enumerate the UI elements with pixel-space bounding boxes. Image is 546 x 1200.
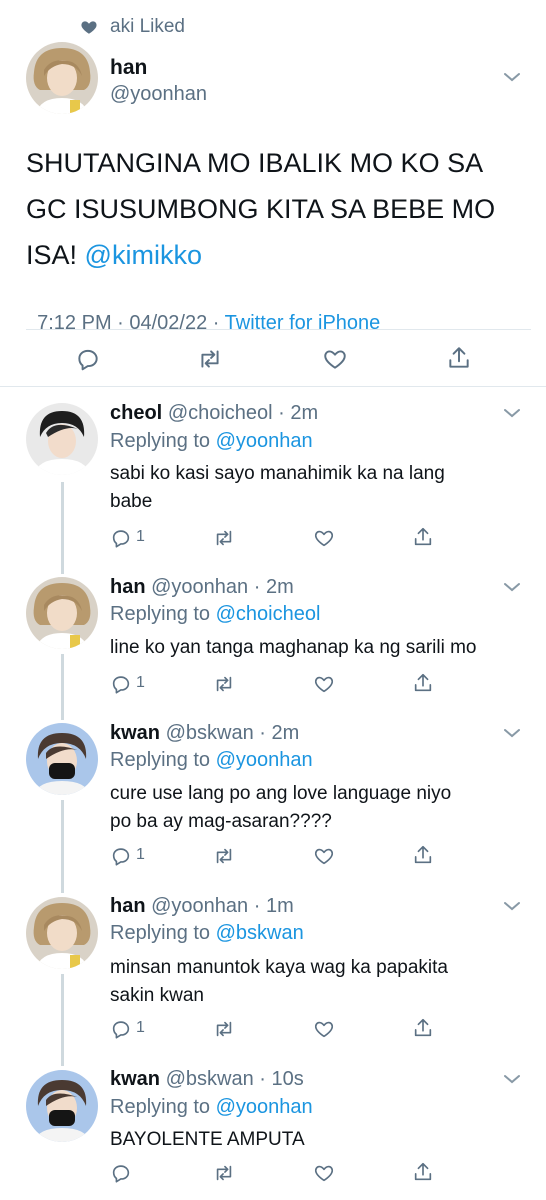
like-icon[interactable] (312, 527, 336, 549)
reply-header: han @yoonhan · 1m (110, 895, 294, 918)
reply-author-name[interactable]: kwan (110, 1068, 160, 1090)
reply-header: kwan @bskwan · 10s (110, 1068, 304, 1091)
reply-line: babe (110, 491, 153, 512)
avatar-kwan[interactable] (26, 723, 98, 795)
reply-author-name[interactable]: han (110, 895, 146, 917)
liked-heart-icon (80, 18, 98, 36)
share-icon[interactable] (412, 843, 434, 867)
reply-icon[interactable] (110, 845, 132, 867)
reply-line: po ba ay mag-asaran???? (110, 811, 332, 832)
avatar-cheol[interactable] (26, 403, 98, 475)
replying-to-label: Replying to (110, 430, 211, 452)
retweet-icon[interactable] (212, 845, 236, 867)
reply-line: cure use lang po ang love language niyo (110, 783, 452, 804)
reply-author-name[interactable]: han (110, 576, 146, 598)
replying-to-label: Replying to (110, 749, 211, 771)
thread-line (61, 654, 64, 720)
avatar-han[interactable] (26, 42, 98, 114)
share-icon[interactable] (412, 525, 434, 549)
author-name[interactable]: han (110, 56, 147, 80)
reply-icon[interactable] (110, 527, 132, 549)
tweet-source[interactable]: Twitter for iPhone (225, 312, 381, 334)
reply-author-name[interactable]: kwan (110, 722, 160, 744)
reply-header: kwan @bskwan · 2m (110, 722, 299, 745)
divider (26, 329, 531, 330)
replying-to-handle[interactable]: @bskwan (216, 922, 304, 944)
reply-author-name[interactable]: cheol (110, 402, 162, 424)
reply-icon[interactable] (110, 1018, 132, 1040)
share-icon[interactable] (446, 344, 472, 372)
replying-to-handle[interactable]: @yoonhan (216, 1096, 313, 1118)
reply-author-handle[interactable]: @yoonhan · 2m (151, 576, 294, 598)
avatar-kwan[interactable] (26, 1070, 98, 1142)
mention-link[interactable]: @kimikko (85, 240, 202, 270)
share-icon[interactable] (412, 671, 434, 695)
reply-header: cheol @choicheol · 2m (110, 402, 318, 425)
retweet-icon[interactable] (196, 346, 224, 372)
reply-icon[interactable] (110, 673, 132, 695)
chevron-down-icon[interactable] (502, 726, 522, 740)
reply-text: line ko yan tanga maghanap ka ng sarili … (110, 634, 530, 662)
reply-author-handle[interactable]: @yoonhan · 1m (151, 895, 294, 917)
reply-author-handle[interactable]: @bskwan · 10s (166, 1068, 304, 1090)
chevron-down-icon[interactable] (502, 899, 522, 913)
like-icon[interactable] (312, 1162, 336, 1184)
replying-to: Replying to @yoonhan (110, 430, 313, 453)
like-icon[interactable] (312, 673, 336, 695)
reply-text: sabi ko kasi sayo manahimik ka na lang b… (110, 460, 530, 516)
like-icon[interactable] (321, 346, 349, 372)
like-icon[interactable] (312, 845, 336, 867)
tweet-text: SHUTANGINA MO IBALIK MO KO SA GC ISUSUMB… (26, 140, 526, 278)
section-divider (0, 386, 546, 387)
retweet-icon[interactable] (212, 1162, 236, 1184)
thread-line (61, 974, 64, 1066)
reply-text: BAYOLENTE AMPUTA (110, 1126, 530, 1154)
replying-to: Replying to @choicheol (110, 603, 320, 626)
reply-count: 1 (136, 1019, 145, 1036)
retweet-icon[interactable] (212, 1018, 236, 1040)
reply-count: 1 (136, 846, 145, 863)
retweet-icon[interactable] (212, 527, 236, 549)
replying-to: Replying to @bskwan (110, 922, 304, 945)
chevron-down-icon[interactable] (502, 580, 522, 594)
avatar-han[interactable] (26, 577, 98, 649)
reply-line: BAYOLENTE AMPUTA (110, 1129, 305, 1150)
reply-icon[interactable] (75, 346, 101, 372)
reply-text: cure use lang po ang love language niyo … (110, 780, 530, 836)
chevron-down-icon[interactable] (502, 1072, 522, 1086)
chevron-down-icon[interactable] (502, 70, 522, 84)
share-icon[interactable] (412, 1160, 434, 1184)
reply-author-handle[interactable]: @bskwan · 2m (166, 722, 300, 744)
reply-line: minsan manuntok kaya wag ka papakita (110, 957, 448, 978)
thread-line (61, 482, 64, 574)
replying-to-label: Replying to (110, 922, 211, 944)
avatar-han[interactable] (26, 897, 98, 969)
replying-to: Replying to @yoonhan (110, 749, 313, 772)
replying-to-handle[interactable]: @yoonhan (216, 430, 313, 452)
replying-to-label: Replying to (110, 603, 211, 625)
thread-line (61, 800, 64, 893)
author-handle[interactable]: @yoonhan (110, 83, 207, 106)
replying-to-handle[interactable]: @choicheol (216, 603, 321, 625)
reply-count: 1 (136, 528, 145, 545)
reply-line: line ko yan tanga maghanap ka ng sarili … (110, 637, 477, 658)
reply-icon[interactable] (110, 1162, 132, 1184)
reply-text: minsan manuntok kaya wag ka papakita sak… (110, 954, 530, 1010)
replying-to-handle[interactable]: @yoonhan (216, 749, 313, 771)
reply-author-handle[interactable]: @choicheol · 2m (168, 402, 318, 424)
tweet-timestamp[interactable]: 7:12 PM · 04/02/22 · (37, 312, 225, 334)
reply-line: sakin kwan (110, 985, 204, 1006)
retweet-icon[interactable] (212, 673, 236, 695)
reply-line: sabi ko kasi sayo manahimik ka na lang (110, 463, 445, 484)
share-icon[interactable] (412, 1016, 434, 1040)
replying-to: Replying to @yoonhan (110, 1096, 313, 1119)
chevron-down-icon[interactable] (502, 406, 522, 420)
reply-count: 1 (136, 674, 145, 691)
replying-to-label: Replying to (110, 1096, 211, 1118)
reply-header: han @yoonhan · 2m (110, 576, 294, 599)
liked-banner-text: aki Liked (110, 16, 185, 37)
like-icon[interactable] (312, 1018, 336, 1040)
